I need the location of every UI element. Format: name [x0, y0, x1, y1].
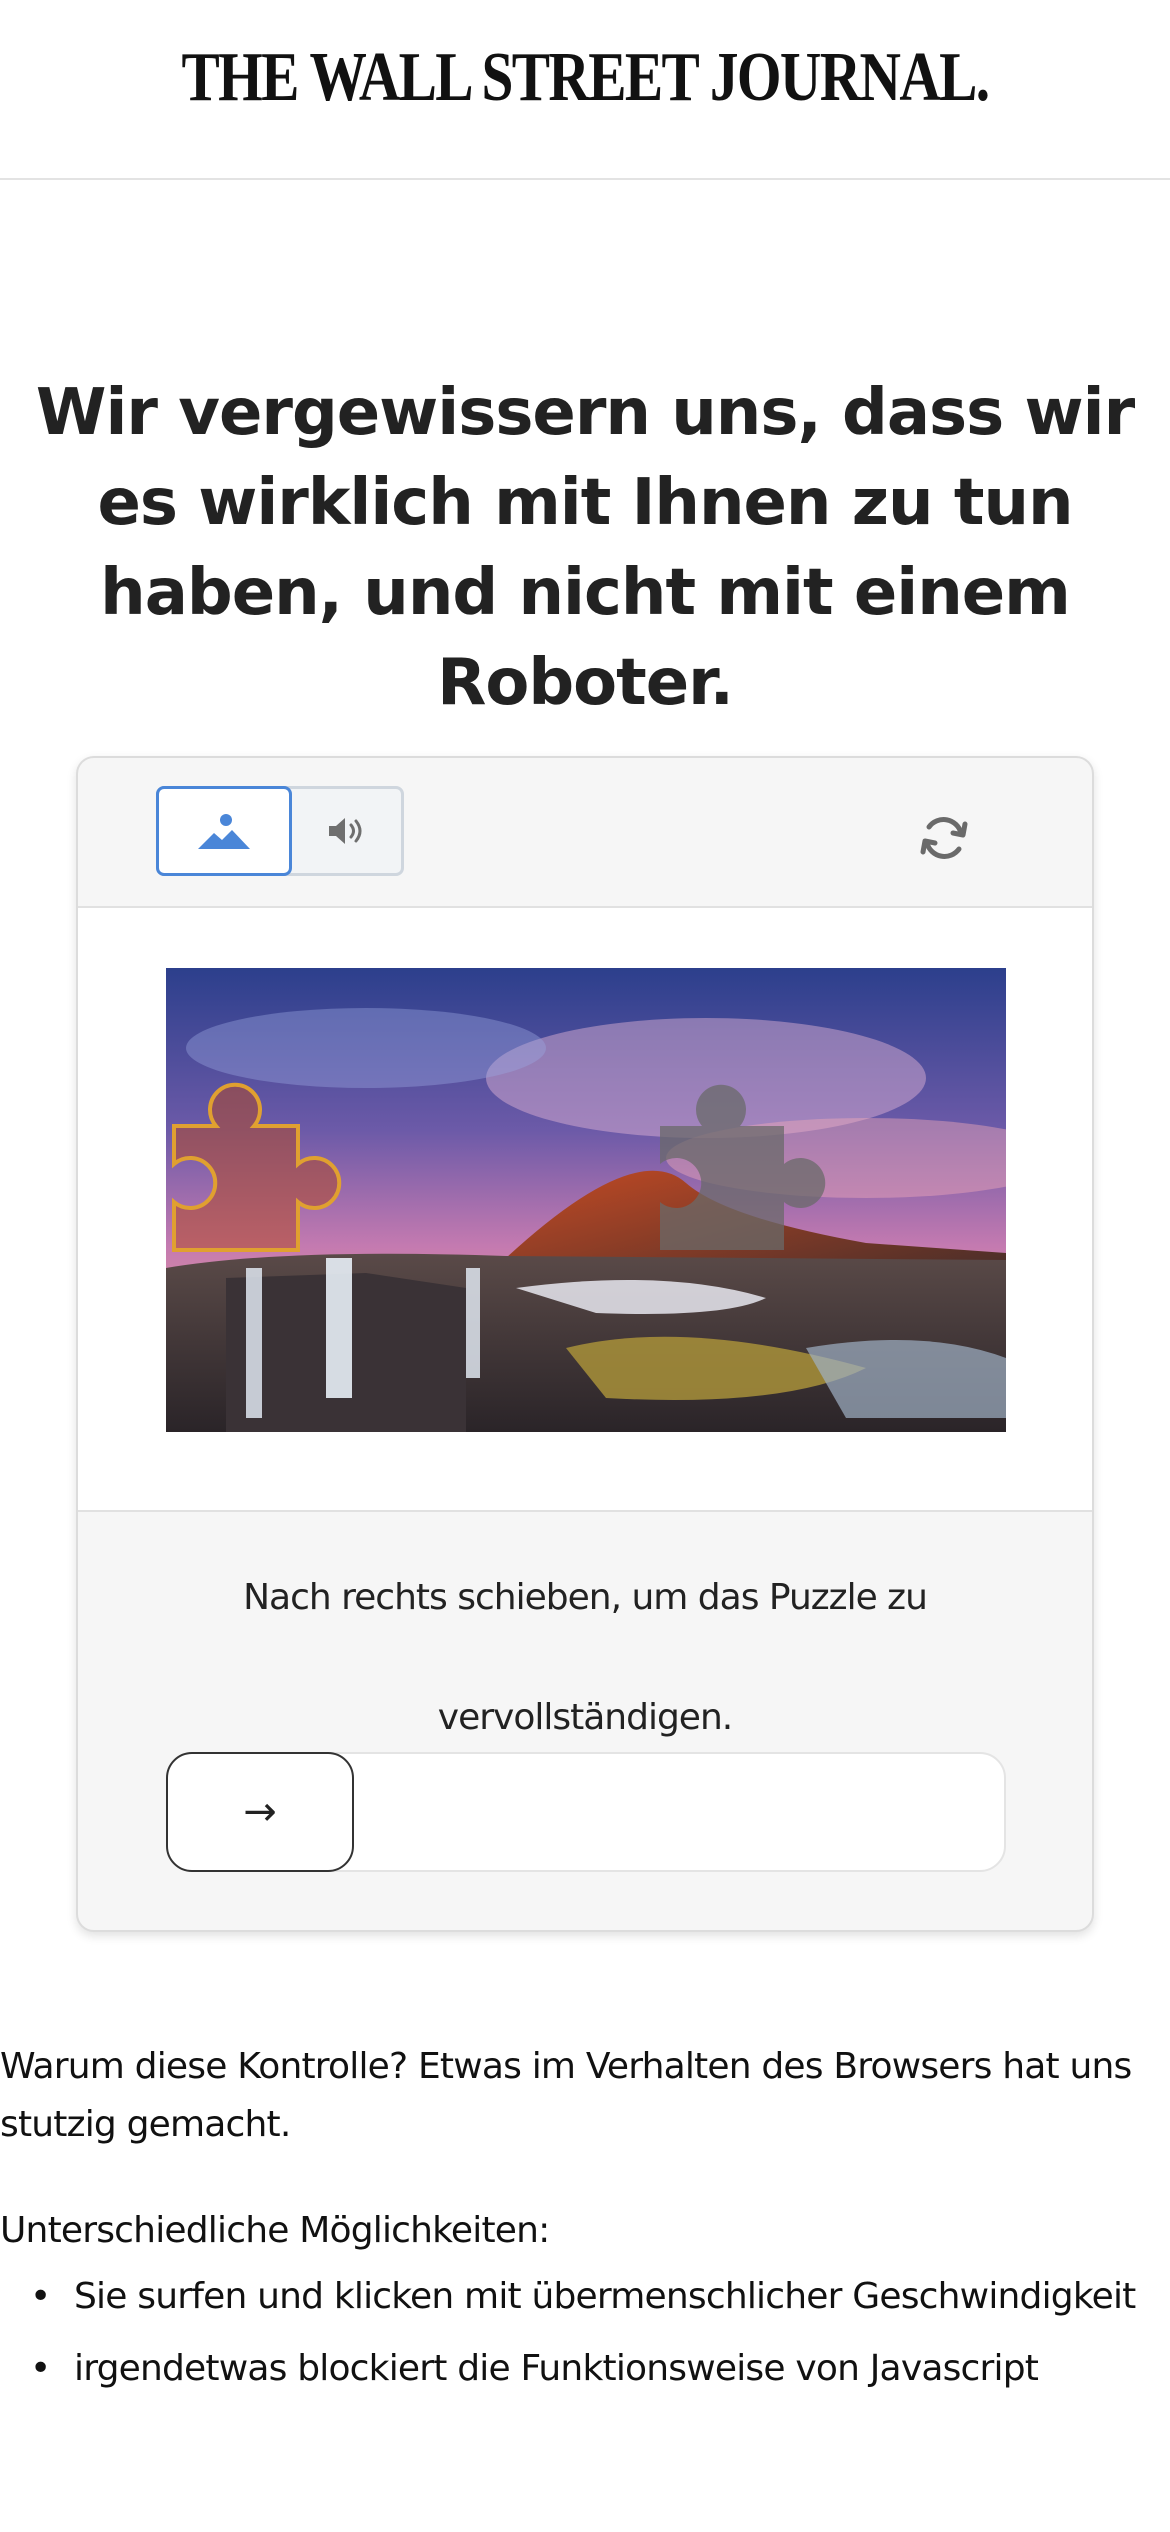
why-explanation: Warum diese Kontrolle? Etwas im Verhalte… — [0, 2046, 1132, 2145]
possibilities-label: Unterschiedliche Möglichkeiten: — [0, 2210, 550, 2251]
puzzle-area — [78, 908, 1092, 1512]
arrow-right-icon: → — [243, 1789, 277, 1835]
challenge-mode-switch — [156, 786, 404, 876]
slider-instruction: Nach rechts schieben, um das Puzzle zu v… — [243, 1577, 928, 1738]
speaker-icon — [329, 818, 362, 844]
list-item: Sie surfen und klicken mit übermenschlic… — [30, 2268, 1170, 2326]
landscape-photo — [166, 968, 1006, 1432]
slider-handle[interactable]: → — [166, 1752, 354, 1872]
captcha-widget: Nach rechts schieben, um das Puzzle zu v… — [76, 756, 1094, 1932]
list-item: irgendetwas blockiert die Funktionsweise… — [30, 2340, 1170, 2398]
captcha-toolbar — [78, 758, 1092, 908]
mountain-image-icon — [198, 814, 250, 849]
slider-track[interactable]: → — [166, 1752, 1006, 1872]
image-challenge-button[interactable] — [156, 786, 292, 876]
site-logo[interactable]: THE WALL STREET JOURNAL. — [105, 38, 1064, 118]
refresh-icon — [920, 817, 968, 859]
masthead: THE WALL STREET JOURNAL. — [0, 0, 1170, 180]
puzzle-image — [166, 968, 1006, 1432]
reasons-list: Sie surfen und klicken mit übermenschlic… — [0, 2268, 1170, 2412]
audio-challenge-button[interactable] — [292, 789, 404, 873]
page-headline: Wir vergewissern uns, dass wir es wirkli… — [35, 376, 1135, 720]
refresh-challenge-button[interactable] — [914, 808, 974, 868]
